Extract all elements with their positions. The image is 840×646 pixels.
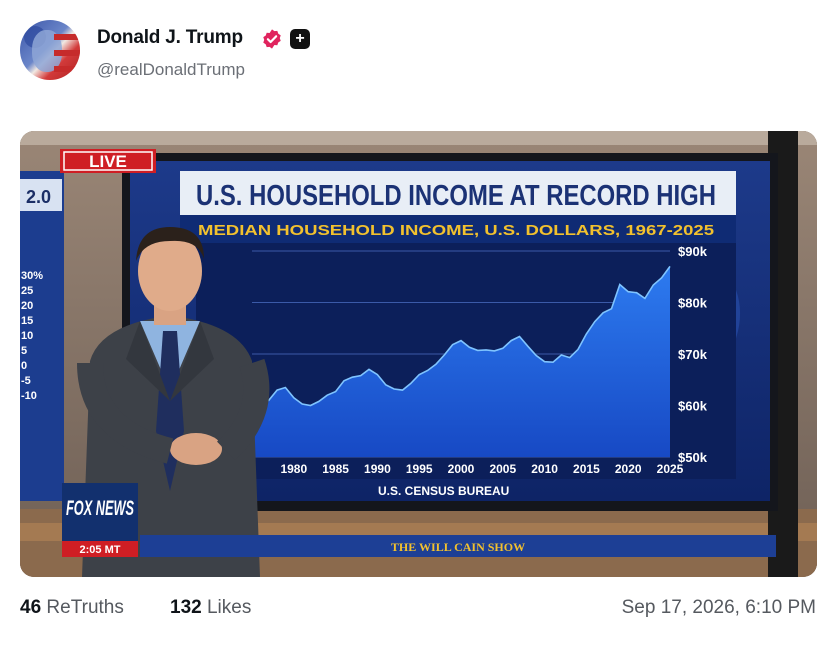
avatar-flag-stripe <box>54 50 80 56</box>
likes-number: 132 <box>170 597 202 618</box>
show-banner-text: THE WILL CAIN SHOW <box>391 540 525 554</box>
side-screen-tick: 20 <box>21 300 33 312</box>
author-handle[interactable]: @realDonaldTrump <box>97 60 245 80</box>
x-tick-label: 2015 <box>573 462 600 476</box>
time-bug-text: 2:05 MT <box>80 544 121 556</box>
x-tick-label: 1995 <box>406 462 433 476</box>
author-name[interactable]: Donald J. Trump <box>97 27 243 49</box>
y-tick-label: $60k <box>678 399 708 414</box>
side-screen-tick: 15 <box>21 315 33 327</box>
plus-badge-icon: + <box>290 29 310 49</box>
retruths-count[interactable]: 46 ReTruths <box>20 597 124 619</box>
side-screen-tick: -10 <box>21 390 37 402</box>
side-screen-tick: -5 <box>21 375 31 387</box>
likes-label: Likes <box>206 597 252 618</box>
x-tick-label: 1990 <box>364 462 391 476</box>
retruths-label: ReTruths <box>46 597 124 618</box>
retruths-number: 46 <box>20 597 42 618</box>
side-screen-tick: 25 <box>21 285 33 297</box>
y-tick-label: $70k <box>678 347 708 362</box>
broadcast-frame: 2.0 30%2520151050-5-10 U.S. HOUSEHOLD IN… <box>20 131 817 577</box>
x-tick-label: 1980 <box>280 462 307 476</box>
side-screen-tick: 10 <box>21 330 33 342</box>
network-logo-text: FOX NEWS <box>66 497 134 520</box>
x-tick-label: 2025 <box>657 462 684 476</box>
avatar-flag-stripe <box>54 66 80 72</box>
y-tick-label: $90k <box>678 244 708 259</box>
x-tick-label: 1985 <box>322 462 349 476</box>
verified-badge-icon <box>263 29 281 49</box>
x-tick-label: 2020 <box>615 462 642 476</box>
live-tag-label: LIVE <box>89 152 127 171</box>
side-screen-tick: 0 <box>21 360 27 372</box>
chart-source: U.S. CENSUS BUREAU <box>378 484 509 498</box>
likes-count[interactable]: 132 Likes <box>170 597 251 619</box>
x-tick-label: 2000 <box>448 462 475 476</box>
side-screen-tick: 30% <box>21 270 43 282</box>
side-screen-tick: 5 <box>21 345 27 357</box>
post-media-image[interactable]: 2.0 30% 25 20 15 10 5 0 -5 -10 U.S. HOUSEHOLD IN… <box>20 131 817 577</box>
chart-subtitle: MEDIAN HOUSEHOLD INCOME, U.S. DOLLARS, 1… <box>198 222 714 239</box>
post-timestamp[interactable]: Sep 17, 2026, 6:10 PM <box>622 597 816 619</box>
x-tick-label: 2005 <box>489 462 516 476</box>
avatar-flag-stripe <box>54 34 80 40</box>
side-screen-header: 2.0 <box>26 187 51 207</box>
chart-title: U.S. HOUSEHOLD INCOME AT RECORD HIGH <box>196 180 716 212</box>
x-tick-label: 2010 <box>531 462 558 476</box>
y-tick-label: $80k <box>678 296 708 311</box>
avatar[interactable] <box>20 20 80 80</box>
